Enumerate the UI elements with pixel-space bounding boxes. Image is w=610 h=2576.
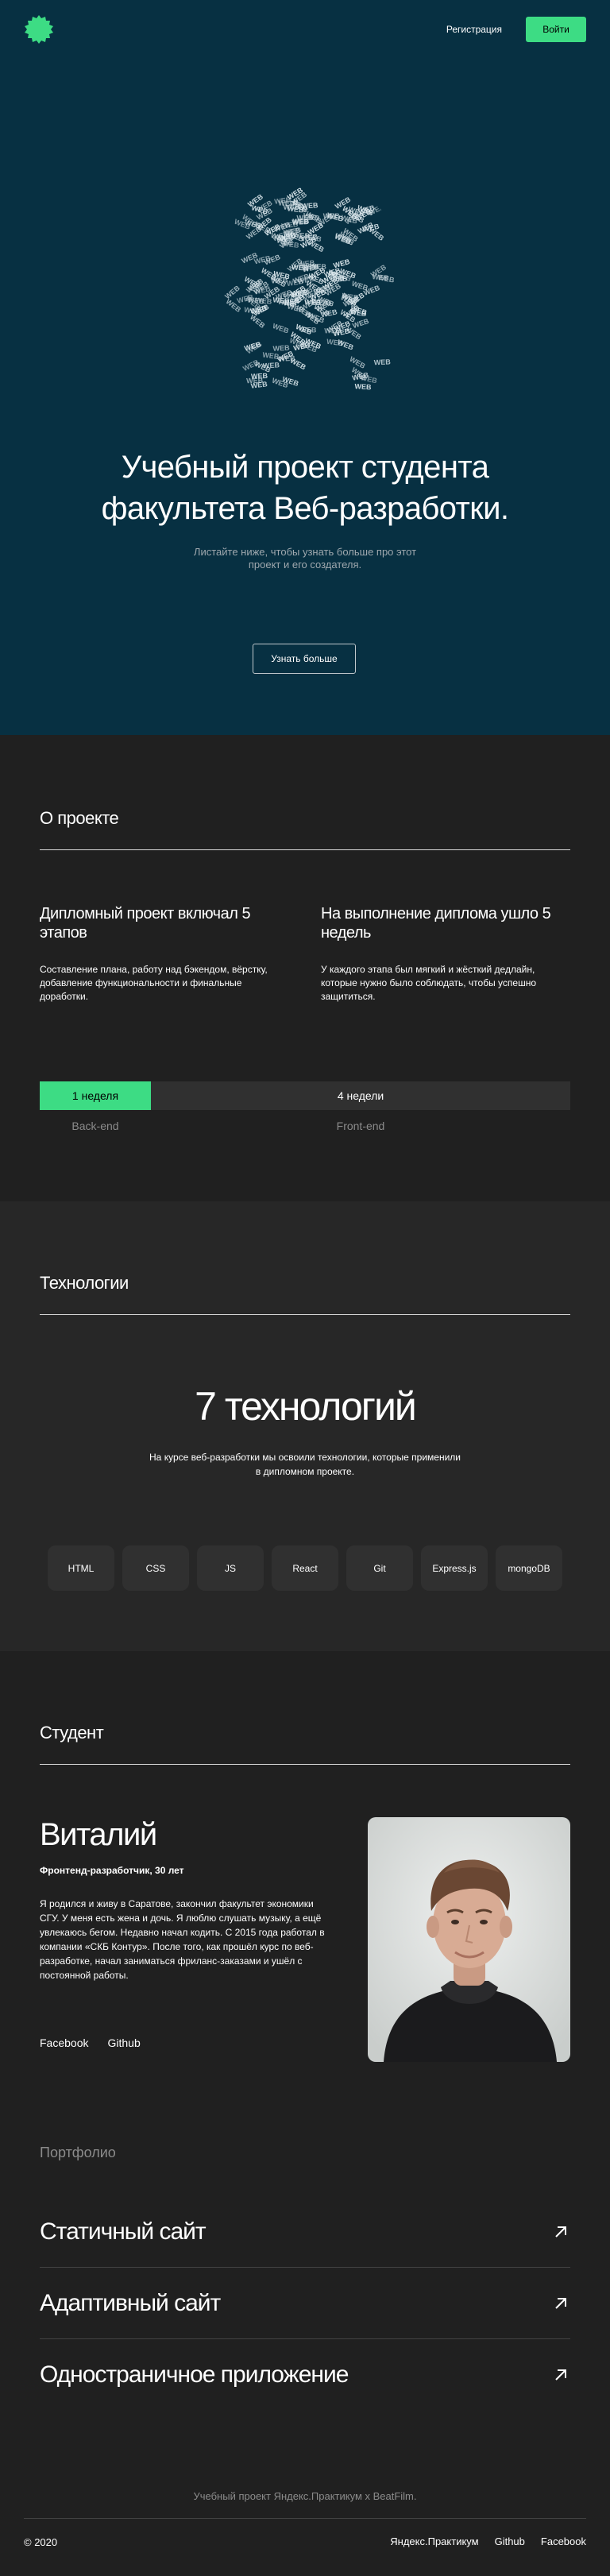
copyright: © 2020 bbox=[24, 2535, 58, 2548]
footer-link-practicum[interactable]: Яндекс.Практикум bbox=[390, 2535, 478, 2547]
section-title-student: Студент bbox=[40, 1723, 570, 1765]
timeline-backend-label: Back-end bbox=[71, 1120, 119, 1132]
about-heading-stages: Дипломный проект включал 5 этапов bbox=[40, 905, 251, 942]
about-text-stages: Составление плана, работу над бэкендом, … bbox=[40, 964, 268, 1002]
globe-word-mark: WEB bbox=[289, 357, 308, 372]
tech-item: JS bbox=[197, 1545, 264, 1591]
portfolio-list: Статичный сайт Адаптивный сайт Одностран… bbox=[40, 2196, 570, 2411]
student-github-link[interactable]: Github bbox=[107, 2036, 140, 2049]
timeline-labels: Back-end Front-end bbox=[40, 1120, 570, 1132]
globe-word-mark: WEB bbox=[354, 382, 372, 391]
globe-word-mark: WEB bbox=[310, 262, 327, 271]
arrow-up-right-icon bbox=[555, 2369, 566, 2381]
footer-bottom: © 2020 Яндекс.Практикум Github Facebook bbox=[24, 2535, 586, 2549]
tech-item: mongoDB bbox=[496, 1545, 562, 1591]
footer-link-item: Яндекс.Практикум bbox=[390, 2535, 478, 2549]
student-card: Виталий Фронтенд-разработчик, 30 лет Я р… bbox=[40, 1817, 570, 2062]
tech-item: Git bbox=[346, 1545, 413, 1591]
portfolio-link-static[interactable]: Статичный сайт bbox=[40, 2196, 570, 2268]
section-title-techs: Технологии bbox=[40, 1273, 570, 1315]
about-column-stages: Дипломный проект включал 5 этапов Состав… bbox=[40, 904, 289, 1004]
portfolio-link-spa[interactable]: Одностраничное приложение bbox=[40, 2339, 570, 2411]
register-link[interactable]: Регистрация bbox=[446, 24, 502, 35]
globe-word-mark: WEB bbox=[377, 273, 396, 284]
student-section: Студент Виталий Фронтенд-разработчик, 30… bbox=[0, 1651, 610, 2411]
timeline-backend-weeks: 1 неделя bbox=[40, 1081, 151, 1110]
timeline-bar: 1 неделя 4 недели bbox=[40, 1081, 570, 1110]
hero-title: Учебный проект студента факультета Веб-р… bbox=[101, 450, 509, 526]
student-photo bbox=[368, 1817, 570, 2062]
portfolio-link-label: Одностраничное приложение bbox=[40, 2361, 349, 2388]
timeline-frontend-weeks: 4 недели bbox=[151, 1081, 570, 1110]
footer-link-github[interactable]: Github bbox=[495, 2535, 525, 2547]
promo-section: Регистрация Войти WEB WEB WEB WEB WEB WEB WEB W… bbox=[0, 0, 610, 735]
student-name: Виталий bbox=[40, 1817, 157, 1852]
arrow-up-right-icon bbox=[555, 2226, 566, 2238]
portfolio-link-label: Статичный сайт bbox=[40, 2218, 207, 2245]
globe-word-mark: WEB bbox=[250, 380, 268, 390]
hero-subtitle: Листайте ниже, чтобы узнать больше про э… bbox=[193, 546, 417, 571]
learn-more-button[interactable]: Узнать больше bbox=[253, 644, 356, 674]
timeline-frontend-label: Front-end bbox=[336, 1120, 385, 1132]
globe-web-illustration: WEBWEBWEBWEBWEBWEBWEBWEBWEBWEBWEBWEBWEBW… bbox=[223, 186, 396, 392]
tech-item: Express.js bbox=[421, 1545, 488, 1591]
about-columns: Дипломный проект включал 5 этапов Состав… bbox=[40, 904, 570, 1004]
arrow-up-right-icon bbox=[555, 2297, 566, 2309]
globe-word-mark: WEB bbox=[277, 298, 295, 308]
footer: Учебный проект Яндекс.Практикум х BeatFi… bbox=[0, 2411, 610, 2566]
globe-word-mark: WEB bbox=[262, 350, 280, 361]
section-title-about: О проекте bbox=[40, 808, 570, 850]
login-button[interactable]: Войти bbox=[526, 17, 586, 42]
portfolio-link-adaptive[interactable]: Адаптивный сайт bbox=[40, 2268, 570, 2339]
globe-word-mark: WEB bbox=[374, 358, 392, 366]
footer-link-facebook[interactable]: Facebook bbox=[541, 2535, 586, 2547]
techs-list: HTML CSS JS React Git Express.js mongoDB bbox=[40, 1545, 570, 1591]
globe-word-mark: WEB bbox=[350, 280, 369, 292]
student-facebook-link[interactable]: Facebook bbox=[40, 2036, 88, 2049]
about-text-weeks: У каждого этапа был мягкий и жёсткий дед… bbox=[321, 964, 536, 1002]
tech-item: HTML bbox=[48, 1545, 114, 1591]
globe-word-mark: WEB bbox=[368, 226, 386, 242]
student-bio: Я родился и живу в Саратове, закончил фа… bbox=[40, 1898, 325, 1981]
student-info: Виталий Фронтенд-разработчик, 30 лет Я р… bbox=[40, 1817, 329, 2062]
globe-word-mark: WEB bbox=[326, 338, 345, 348]
footer-link-item: Facebook bbox=[541, 2535, 586, 2549]
student-job: Фронтенд-разработчик, 30 лет bbox=[40, 1865, 184, 1876]
footer-links: Яндекс.Практикум Github Facebook bbox=[390, 2535, 586, 2549]
techs-heading: 7 технологий bbox=[195, 1384, 417, 1429]
about-column-weeks: На выполнение диплома ушло 5 недель У ка… bbox=[321, 904, 570, 1004]
about-heading-weeks: На выполнение диплома ушло 5 недель bbox=[321, 905, 551, 942]
header: Регистрация Войти bbox=[24, 14, 586, 44]
auth-nav: Регистрация Войти bbox=[446, 17, 586, 42]
globe-word-mark: WEB bbox=[272, 322, 291, 335]
tech-item: CSS bbox=[122, 1545, 189, 1591]
tech-item: React bbox=[272, 1545, 338, 1591]
globe-word-mark: WEB bbox=[251, 372, 268, 381]
globe-word-mark: WEB bbox=[301, 201, 319, 210]
techs-section: Технологии 7 технологий На курсе веб-раз… bbox=[0, 1201, 610, 1651]
portfolio-title: Портфолио bbox=[40, 2145, 116, 2160]
globe-word-mark: WEB bbox=[245, 340, 264, 356]
footer-note: Учебный проект Яндекс.Практикум х BeatFi… bbox=[24, 2490, 586, 2519]
portfolio-link-label: Адаптивный сайт bbox=[40, 2289, 221, 2316]
logo-icon[interactable] bbox=[24, 14, 54, 44]
student-social-links: Facebook Github bbox=[40, 2036, 141, 2049]
footer-link-item: Github bbox=[495, 2535, 525, 2549]
globe-word-mark: WEB bbox=[323, 212, 340, 220]
about-project-section: О проекте Дипломный проект включал 5 эта… bbox=[0, 735, 610, 1201]
techs-description: На курсе веб-разработки мы освоили техно… bbox=[149, 1452, 461, 1477]
